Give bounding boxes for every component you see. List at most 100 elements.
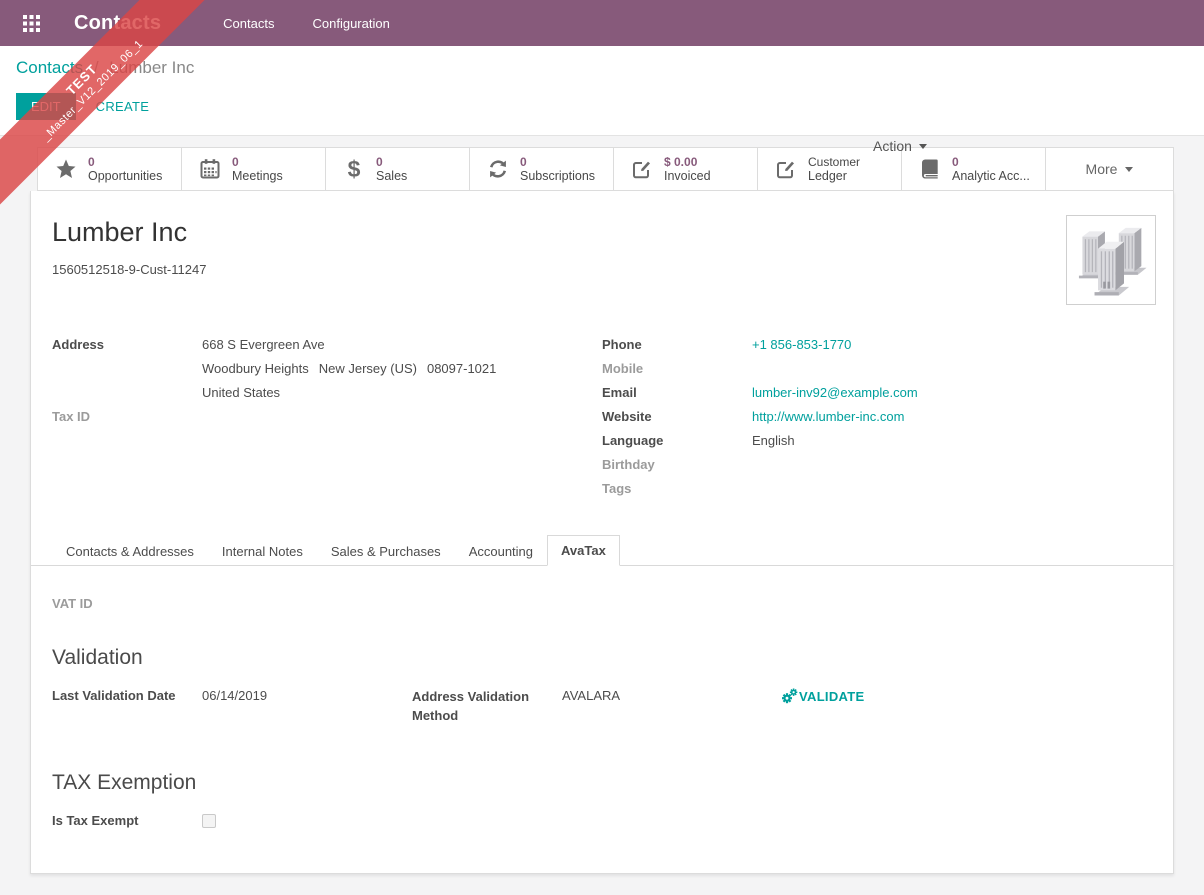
field-phone: Phone +1 856-853-1770: [602, 333, 1152, 357]
company-avatar[interactable]: [1066, 215, 1156, 305]
stat-button-meetings[interactable]: 0 Meetings: [182, 148, 326, 190]
address-label: Address: [52, 333, 202, 405]
record-sheet: Lumber Inc 1560512518-9-Cust-11247 Addre…: [30, 191, 1174, 874]
is-tax-exempt-label: Is Tax Exempt: [52, 809, 202, 833]
field-address: Address 668 S Evergreen Ave Woodbury Hei…: [52, 333, 602, 405]
website-label: Website: [602, 405, 752, 429]
mobile-label: Mobile: [602, 357, 752, 381]
website-link[interactable]: http://www.lumber-inc.com: [752, 405, 904, 429]
nav-menu: Contacts Configuration: [219, 10, 394, 37]
field-tax-id: Tax ID: [52, 405, 602, 429]
validate-button[interactable]: VALIDATE: [781, 684, 864, 708]
last-validation-date-label: Last Validation Date: [52, 684, 202, 725]
stat-button-subscriptions[interactable]: 0 Subscriptions: [470, 148, 614, 190]
stat-value: Customer: [808, 155, 860, 169]
tab-contacts-addresses[interactable]: Contacts & Addresses: [52, 535, 208, 566]
apps-grid-icon[interactable]: [18, 10, 44, 36]
tab-internal-notes[interactable]: Internal Notes: [208, 535, 317, 566]
field-address-validation-method: Address Validation Method AVALARA: [412, 684, 730, 725]
stat-value: 0: [88, 155, 162, 169]
stat-button-sales[interactable]: $ 0 Sales: [326, 148, 470, 190]
address-validation-method-label: Address Validation Method: [412, 684, 562, 725]
address-state: New Jersey (US): [319, 361, 417, 376]
field-group-left: Address 668 S Evergreen Ave Woodbury Hei…: [52, 333, 602, 501]
email-link[interactable]: lumber-inv92@example.com: [752, 381, 918, 405]
validation-section-heading: Validation: [52, 646, 1152, 670]
stat-button-invoiced[interactable]: $ 0.00 Invoiced: [614, 148, 758, 190]
app-title: Contacts: [74, 12, 161, 35]
stat-value: 0: [520, 155, 595, 169]
stat-button-row: 0 Opportunities 0 Meeting: [37, 147, 1174, 191]
more-dropdown[interactable]: More: [1046, 148, 1173, 190]
field-mobile: Mobile: [602, 357, 1152, 381]
tags-label: Tags: [602, 477, 752, 501]
field-language: Language English: [602, 429, 1152, 453]
nav-menu-configuration[interactable]: Configuration: [308, 10, 393, 37]
breadcrumb: Contacts / Lumber Inc: [16, 58, 1188, 78]
field-tags: Tags: [602, 477, 1152, 501]
stat-button-opportunities[interactable]: 0 Opportunities: [38, 148, 182, 190]
stat-button-analytic-accounts[interactable]: 0 Analytic Acc...: [902, 148, 1046, 190]
birthday-label: Birthday: [602, 453, 752, 477]
edit-button[interactable]: EDIT: [16, 93, 76, 120]
field-email: Email lumber-inv92@example.com: [602, 381, 1152, 405]
dollar-icon: $: [342, 157, 366, 181]
address-value: 668 S Evergreen Ave Woodbury Heights New …: [202, 333, 496, 405]
last-validation-date-value: 06/14/2019: [202, 684, 267, 725]
address-zip: 08097-1021: [427, 361, 496, 376]
breadcrumb-parent-link[interactable]: Contacts: [16, 58, 83, 77]
top-navbar: Contacts Contacts Configuration: [0, 0, 1204, 46]
avatax-tab-content: VAT ID Validation Last Validation Date 0…: [52, 566, 1152, 833]
action-dropdown[interactable]: Action: [873, 138, 927, 154]
tax-id-label: Tax ID: [52, 405, 202, 429]
field-last-validation-date: Last Validation Date 06/14/2019: [52, 684, 412, 725]
star-icon: [54, 157, 78, 181]
stat-label: Ledger: [808, 169, 860, 183]
nav-menu-contacts[interactable]: Contacts: [219, 10, 278, 37]
stat-button-customer-ledger[interactable]: Customer Ledger: [758, 148, 902, 190]
address-city: Woodbury Heights: [202, 361, 309, 376]
stat-label: Invoiced: [664, 169, 711, 183]
book-icon: [918, 157, 942, 181]
tax-exemption-section-heading: TAX Exemption: [52, 771, 1152, 795]
phone-link[interactable]: +1 856-853-1770: [752, 333, 851, 357]
field-group-right: Phone +1 856-853-1770 Mobile Email lumbe…: [602, 333, 1152, 501]
stat-label: Subscriptions: [520, 169, 595, 183]
stat-value: 0: [232, 155, 283, 169]
phone-label: Phone: [602, 333, 752, 357]
action-dropdown-label: Action: [873, 138, 912, 154]
notebook-tabs: Contacts & Addresses Internal Notes Sale…: [31, 535, 1173, 566]
breadcrumb-current: Lumber Inc: [109, 58, 194, 77]
field-vat-id: VAT ID: [52, 592, 1152, 616]
field-groups: Address 668 S Evergreen Ave Woodbury Hei…: [52, 333, 1152, 501]
address-street: 668 S Evergreen Ave: [202, 333, 496, 357]
stat-value: 0: [376, 155, 407, 169]
more-dropdown-label: More: [1086, 161, 1118, 177]
stat-label: Sales: [376, 169, 407, 183]
chevron-down-icon: [919, 144, 927, 149]
company-buildings-image: [1072, 220, 1150, 300]
field-birthday: Birthday: [602, 453, 1152, 477]
language-label: Language: [602, 429, 752, 453]
address-validation-method-value: AVALARA: [562, 684, 620, 725]
address-country: United States: [202, 381, 496, 405]
form-view: 0 Opportunities 0 Meeting: [0, 136, 1204, 874]
gears-icon: [781, 688, 798, 705]
tab-sales-purchases[interactable]: Sales & Purchases: [317, 535, 455, 566]
field-is-tax-exempt: Is Tax Exempt: [52, 809, 1152, 833]
email-label: Email: [602, 381, 752, 405]
validation-row: Last Validation Date 06/14/2019 Address …: [52, 684, 1152, 725]
chevron-down-icon: [1125, 167, 1133, 172]
stat-value: $ 0.00: [664, 155, 711, 169]
tab-avatax[interactable]: AvaTax: [547, 535, 620, 566]
breadcrumb-separator: /: [94, 58, 99, 77]
is-tax-exempt-checkbox[interactable]: [202, 814, 216, 828]
edit-pencil-icon: [774, 157, 798, 181]
vat-id-label: VAT ID: [52, 592, 202, 616]
create-button[interactable]: CREATE: [82, 94, 164, 119]
stat-label: Meetings: [232, 169, 283, 183]
stat-label: Analytic Acc...: [952, 169, 1030, 183]
field-website: Website http://www.lumber-inc.com: [602, 405, 1152, 429]
tab-accounting[interactable]: Accounting: [455, 535, 547, 566]
control-panel: Contacts / Lumber Inc EDIT CREATE Action: [0, 46, 1204, 136]
